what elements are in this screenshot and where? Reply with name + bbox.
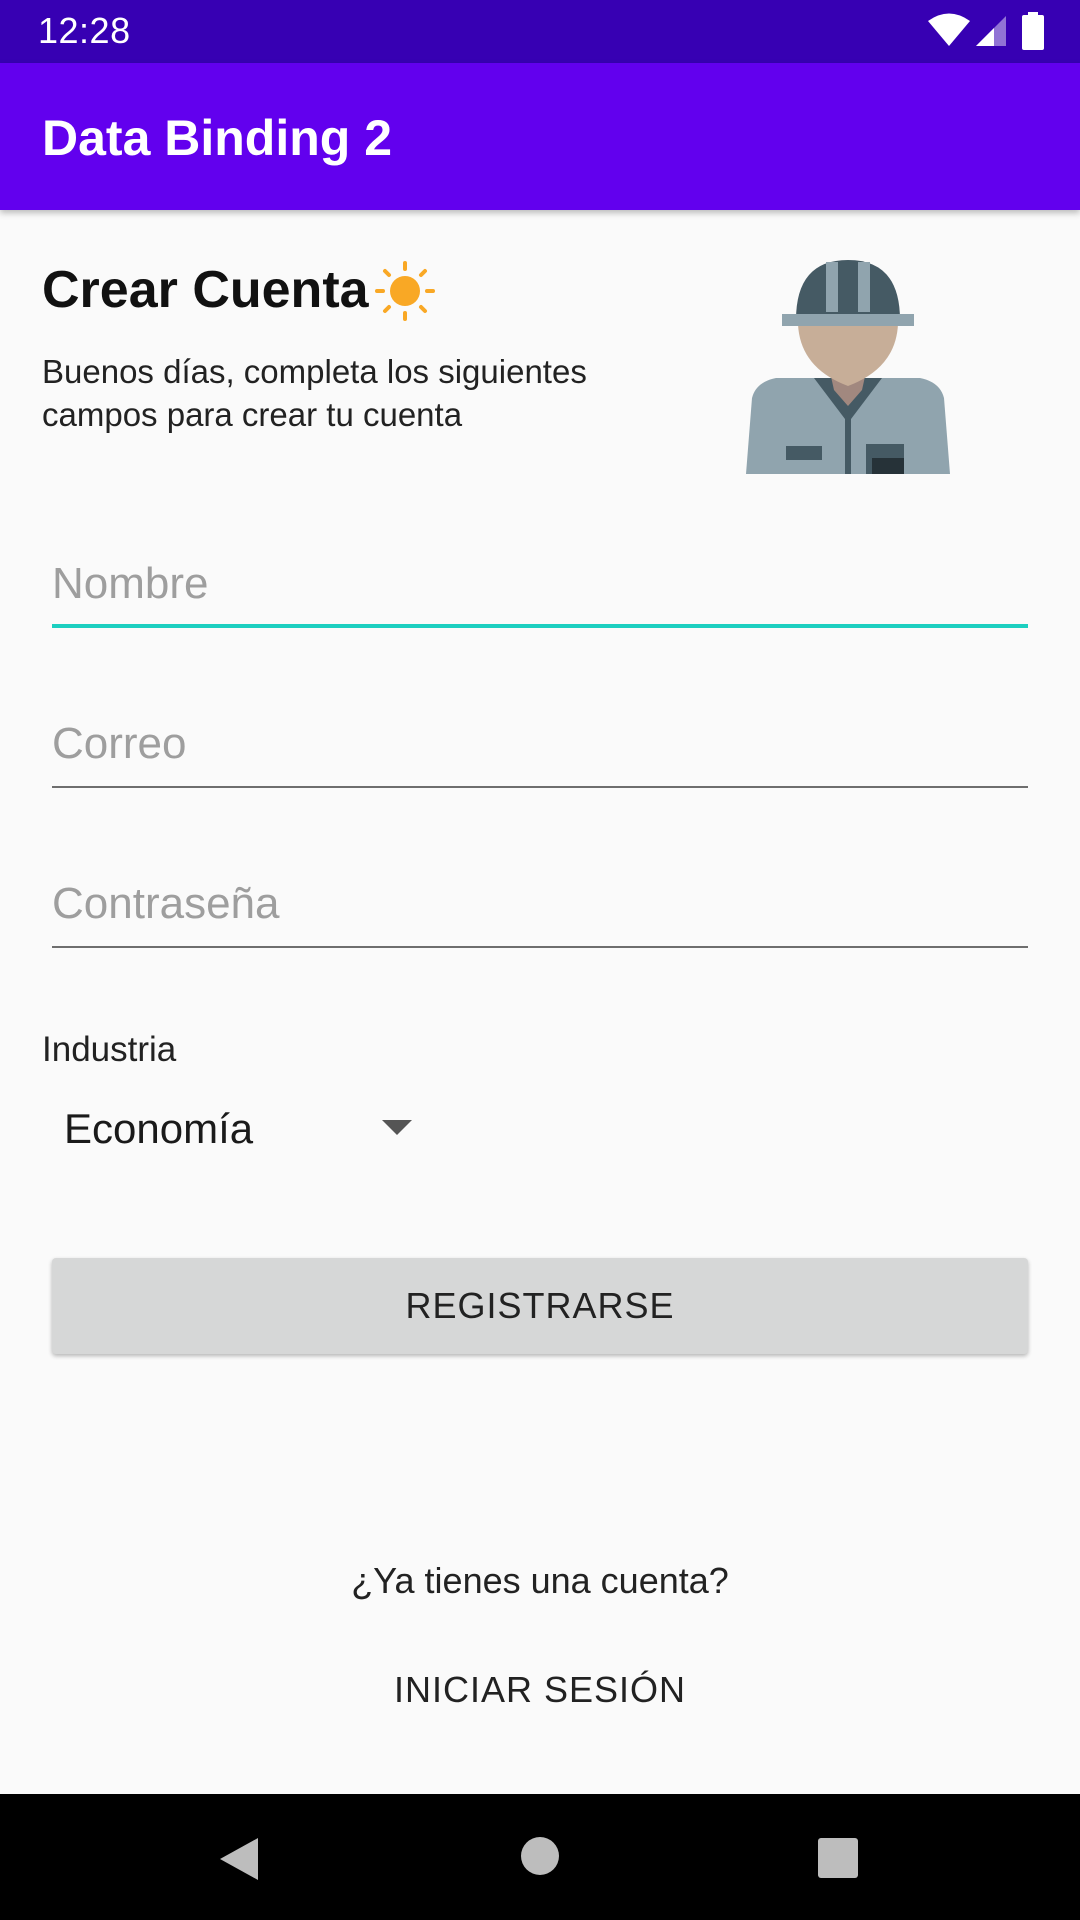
industry-selected-value: Economía (64, 1105, 254, 1152)
status-time: 12:28 (38, 10, 131, 51)
app-title: Data Binding 2 (42, 110, 393, 166)
industry-spinner[interactable]: Economía (42, 1095, 442, 1165)
email-input[interactable] (52, 708, 1028, 780)
name-field[interactable] (52, 548, 1028, 628)
signal-icon (976, 16, 1006, 46)
name-input[interactable] (52, 548, 1028, 620)
have-account-text: ¿Ya tienes una cuenta? (351, 1560, 729, 1601)
password-field-underline (52, 946, 1028, 948)
status-bar: 12:28 (0, 0, 1080, 63)
login-button[interactable]: INICIAR SESIÓN (380, 1655, 700, 1725)
page-title: Crear Cuenta (42, 261, 369, 319)
industry-label: Industria (42, 1030, 177, 1069)
header-description: Buenos días, completa los siguientes cam… (42, 353, 587, 433)
password-input[interactable] (52, 868, 1028, 940)
battery-icon (1022, 12, 1044, 50)
register-button[interactable]: REGISTRARSE (52, 1258, 1028, 1354)
recents-icon[interactable] (818, 1838, 858, 1878)
home-icon[interactable] (520, 1836, 560, 1876)
dropdown-arrow-icon (382, 1120, 412, 1135)
worker-illustration (746, 260, 950, 474)
password-field[interactable] (52, 868, 1028, 948)
back-icon[interactable] (218, 1836, 260, 1882)
email-field[interactable] (52, 708, 1028, 788)
screen: 12:28 Data Binding 2 Crear Cuenta Buenos… (0, 0, 1080, 1920)
name-field-underline (52, 624, 1028, 628)
wifi-icon (928, 13, 970, 46)
sun-icon (375, 261, 435, 321)
email-field-underline (52, 786, 1028, 788)
app-bar: Data Binding 2 (0, 63, 1080, 210)
navigation-bar (0, 1794, 1080, 1920)
